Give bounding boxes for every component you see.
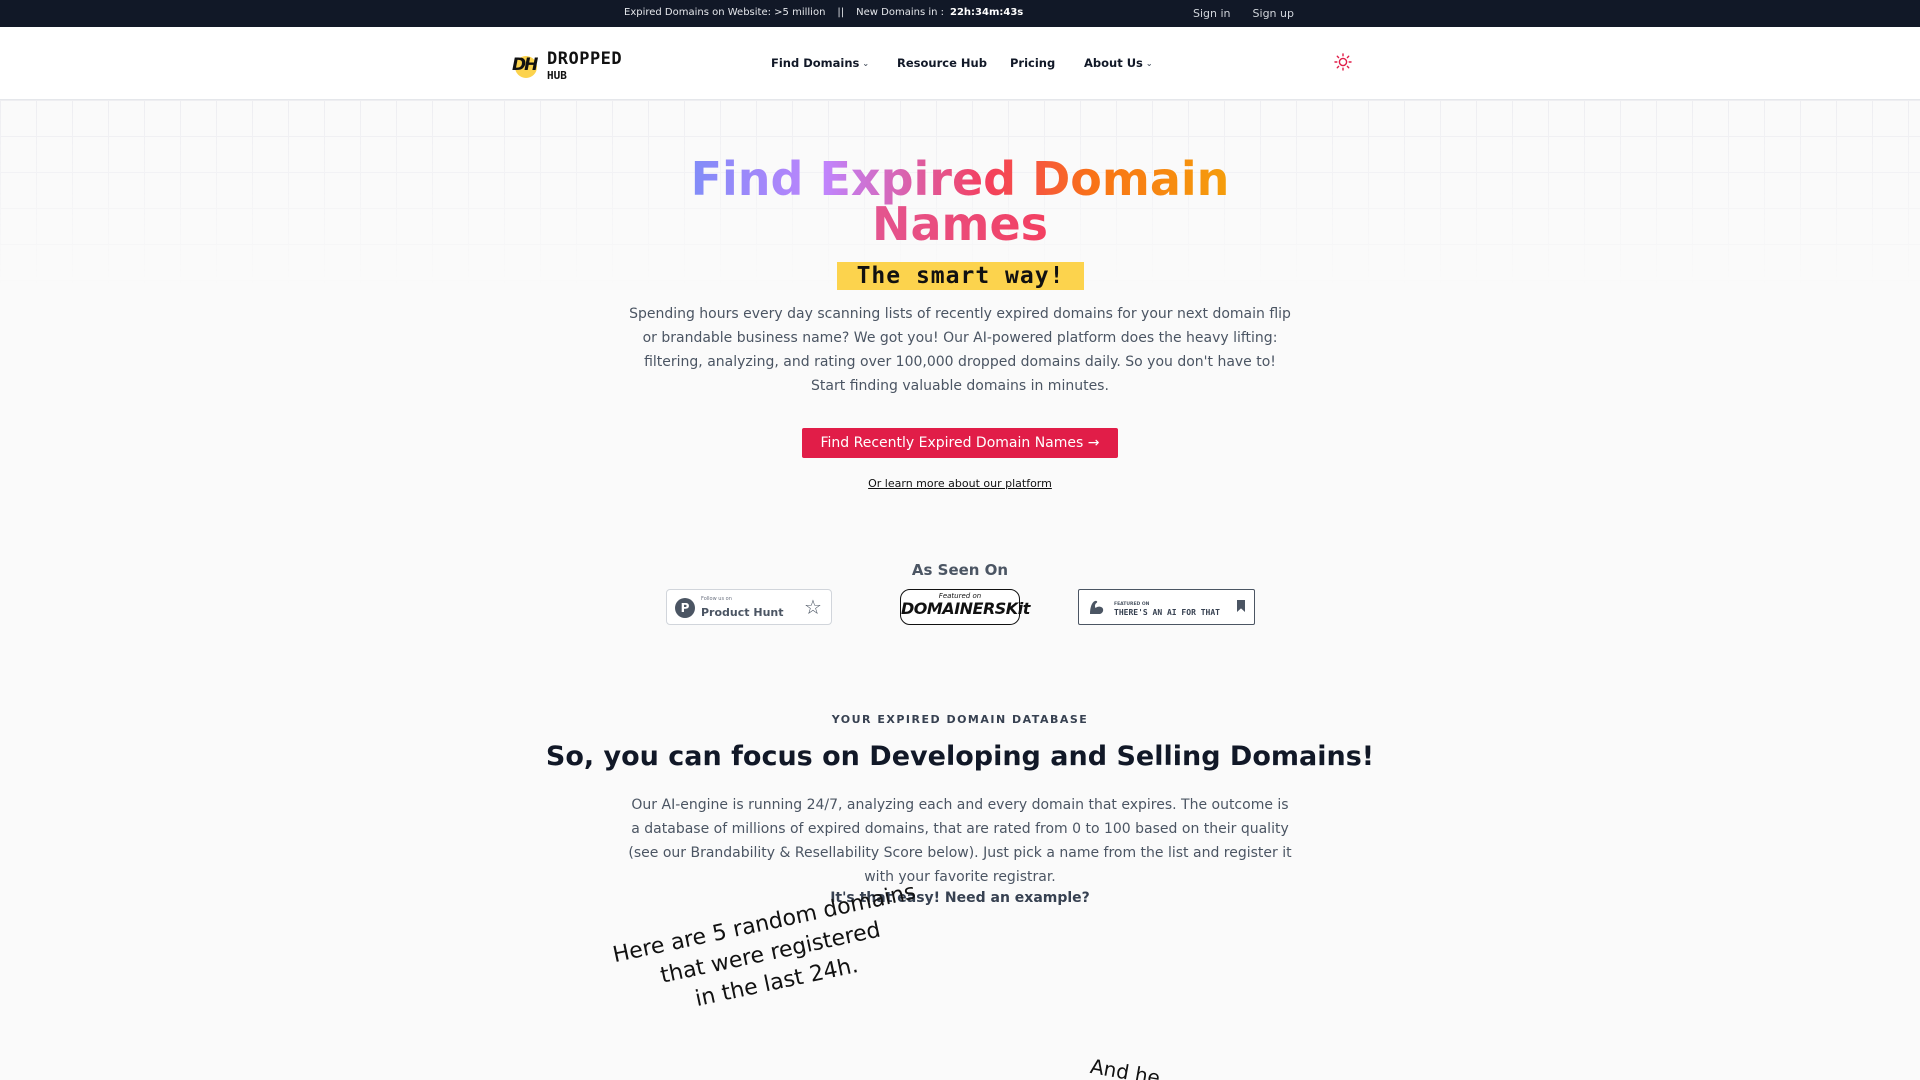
nav-item-about-us[interactable]: About Us ⌄	[1084, 56, 1153, 70]
hero-title-line2: Names	[0, 201, 1920, 247]
new-domains-label: New Domains in :	[856, 7, 945, 18]
auth-links: Sign in Sign up	[1193, 7, 1294, 20]
theres-an-ai-for-that-badge[interactable]: FEATURED ON THERE'S AN AI FOR THAT	[1078, 589, 1255, 625]
learn-more-link[interactable]: Or learn more about our platform	[868, 477, 1052, 490]
learn-more-wrap: Or learn more about our platform	[0, 477, 1920, 490]
chevron-down-icon: ⌄	[1145, 58, 1153, 68]
as-seen-on-heading: As Seen On	[911, 561, 1009, 579]
theme-toggle-button[interactable]	[1333, 52, 1353, 72]
badge-title: Product Hunt	[701, 606, 784, 619]
nav-item-label: Pricing	[1010, 56, 1056, 70]
separator: ||	[837, 7, 845, 18]
logo-name-line1: DROPPED	[547, 49, 623, 69]
nav-item-label: Find Domains	[771, 56, 860, 70]
badge-title: DOMAINERSKit	[901, 599, 1030, 618]
badge-caption: Follow us on	[701, 596, 732, 602]
logo-text: DROPPED HUB	[547, 49, 622, 82]
badge-caption: FEATURED ON	[1114, 602, 1150, 607]
section-description: Our AI-engine is running 24/7, analyzing…	[628, 797, 1292, 885]
main-navigation: DH DROPPED HUB Find Domains ⌄ Resource H…	[0, 27, 1920, 100]
flexed-arm-icon	[1090, 600, 1104, 614]
sun-icon	[1334, 53, 1352, 71]
nav-item-resource-hub[interactable]: Resource Hub	[897, 56, 1010, 70]
sign-up-link[interactable]: Sign up	[1253, 7, 1294, 20]
hero-tagline: The smart way!	[837, 262, 1084, 290]
find-domains-cta-button[interactable]: Find Recently Expired Domain Names →	[802, 428, 1118, 458]
logo-mark: DH	[511, 52, 541, 80]
chevron-down-icon: ⌄	[862, 58, 870, 68]
domainerskit-badge[interactable]: Featured on DOMAINERSKit	[900, 589, 1030, 625]
nav-menu: Find Domains ⌄ Resource Hub Pricing Abou…	[771, 56, 1153, 70]
countdown-timer: 22h:34m:43s	[950, 7, 1024, 18]
product-hunt-badge[interactable]: P Follow us on Product Hunt ☆	[666, 589, 832, 625]
handwritten-note-partial: And he	[1088, 1054, 1162, 1080]
logo[interactable]: DH DROPPED HUB	[511, 49, 622, 82]
bookmark-icon	[1237, 600, 1245, 612]
announcement-bar: Expired Domains on Website: >5 million |…	[0, 0, 1920, 27]
hero-title: Find Expired Domain Names	[0, 156, 1920, 247]
nav-item-label: Resource Hub	[897, 56, 987, 70]
example-prompt: It's that easy! Need an example?	[830, 890, 1090, 906]
badge-title: THERE'S AN AI FOR THAT	[1114, 608, 1220, 617]
sign-in-link[interactable]: Sign in	[1193, 7, 1231, 20]
star-icon: ☆	[804, 595, 822, 619]
product-hunt-logo-icon: P	[675, 598, 695, 618]
announcement-text: Expired Domains on Website: >5 million |…	[624, 7, 1023, 18]
logo-name-line2: HUB	[547, 69, 567, 82]
section-eyebrow: YOUR EXPIRED DOMAIN DATABASE	[831, 713, 1089, 726]
section-heading: So, you can focus on Developing and Sell…	[545, 741, 1375, 772]
nav-item-find-domains[interactable]: Find Domains ⌄	[771, 56, 897, 70]
nav-item-pricing[interactable]: Pricing	[1010, 56, 1084, 70]
expired-count-text: Expired Domains on Website: >5 million	[624, 7, 826, 18]
logo-initials: DH	[512, 54, 538, 75]
nav-item-label: About Us	[1084, 56, 1143, 70]
hero-description: Spending hours every day scanning lists …	[629, 306, 1291, 394]
